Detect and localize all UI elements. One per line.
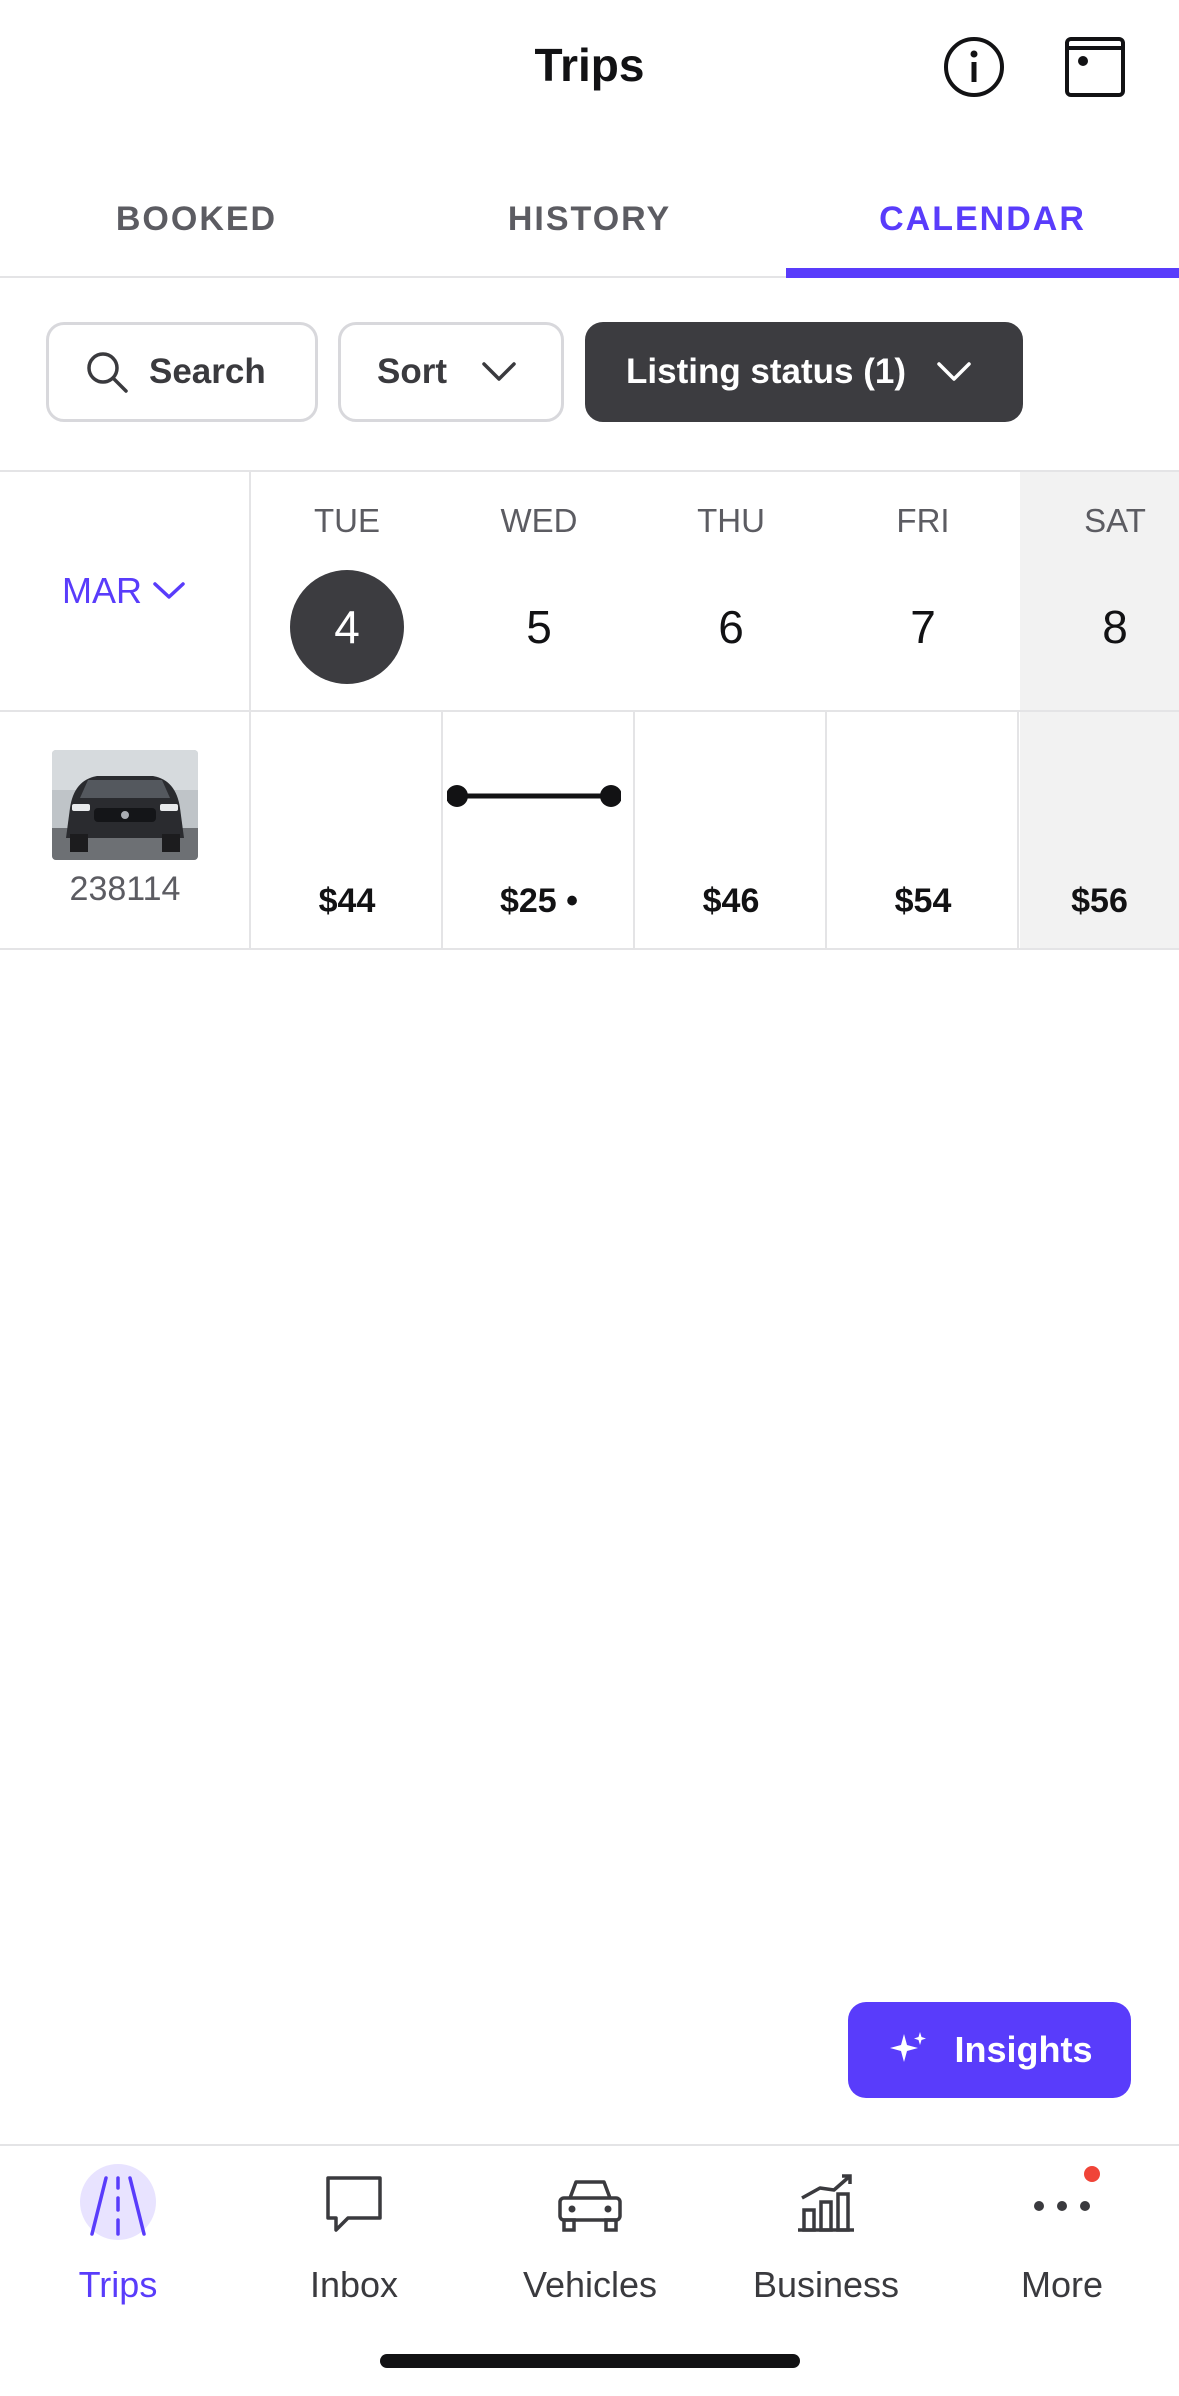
road-icon <box>78 2164 158 2244</box>
chevron-down-icon <box>153 582 185 599</box>
day-name: FRI <box>896 502 950 539</box>
nav-trips[interactable]: Trips <box>0 2164 236 2314</box>
search-label: Search <box>149 352 266 391</box>
day-price[interactable]: $46 <box>636 882 826 921</box>
day-name: WED <box>500 502 578 539</box>
vehicle-photo[interactable] <box>52 750 198 860</box>
chat-bubble-icon <box>314 2164 394 2244</box>
nav-label: Trips <box>78 2264 158 2305</box>
nav-inbox[interactable]: Inbox <box>236 2164 472 2314</box>
filter-bar: Search Sort Listing status (1) <box>0 322 1179 422</box>
nav-vehicles[interactable]: Vehicles <box>472 2164 708 2314</box>
sort-button[interactable]: Sort <box>338 322 564 422</box>
listing-status-label: Listing status (1) <box>626 352 907 391</box>
sort-label: Sort <box>377 352 447 391</box>
day-price[interactable]: $44 <box>252 882 442 921</box>
tab-calendar[interactable]: CALENDAR <box>786 160 1179 278</box>
divider <box>0 470 1179 472</box>
nav-more[interactable]: More <box>944 2164 1179 2314</box>
nav-label: Vehicles <box>522 2264 658 2305</box>
nav-label: More <box>1020 2264 1104 2305</box>
bar-chart-icon <box>786 2164 866 2244</box>
divider <box>0 710 1179 712</box>
app-header: Trips <box>0 0 1179 140</box>
nav-label: Inbox <box>309 2264 399 2305</box>
day-name: THU <box>697 502 765 539</box>
chevron-down-icon <box>937 362 971 381</box>
nav-business[interactable]: Business <box>708 2164 944 2314</box>
day-price[interactable]: $25 • <box>444 882 634 921</box>
more-dots-icon <box>1022 2164 1102 2244</box>
sparkle-icon <box>890 2032 927 2062</box>
month-selector[interactable]: MAR <box>62 570 186 612</box>
day-number[interactable]: 5 <box>479 570 599 684</box>
day-number[interactable]: 6 <box>671 570 791 684</box>
day-price[interactable]: $56 <box>1020 882 1179 921</box>
tab-history[interactable]: HISTORY <box>393 160 786 278</box>
day-number-today[interactable]: 4 <box>287 570 407 684</box>
search-icon <box>87 352 128 393</box>
info-icon[interactable] <box>943 36 1005 98</box>
day-number[interactable]: 7 <box>863 570 983 684</box>
vehicle-id: 238114 <box>69 870 181 908</box>
day-name: SAT <box>1084 502 1146 539</box>
day-name: TUE <box>314 502 380 539</box>
insights-button[interactable]: Insights <box>848 2002 1131 2098</box>
day-number[interactable]: 8 <box>1055 570 1175 684</box>
trip-booking-bar[interactable] <box>447 784 621 808</box>
listing-status-filter[interactable]: Listing status (1) <box>585 322 1023 422</box>
calendar-grid: MAR TUE WED THU FRI SAT 4 5 6 7 8 238114… <box>0 470 1179 950</box>
month-label: MAR <box>62 570 142 611</box>
home-indicator[interactable] <box>380 2354 800 2368</box>
nav-label: Business <box>752 2264 900 2305</box>
car-icon <box>550 2164 630 2244</box>
notification-dot <box>1084 2166 1100 2182</box>
chevron-down-icon <box>482 362 516 381</box>
calendar-icon[interactable] <box>1064 36 1126 98</box>
day-price[interactable]: $54 <box>828 882 1018 921</box>
trips-tabs: BOOKED HISTORY CALENDAR <box>0 160 1179 278</box>
divider <box>0 948 1179 950</box>
search-button[interactable]: Search <box>46 322 318 422</box>
today-marker: 4 <box>290 570 404 684</box>
insights-label: Insights <box>954 2029 1093 2070</box>
active-tab-indicator <box>786 268 1179 278</box>
tab-booked[interactable]: BOOKED <box>0 160 393 278</box>
